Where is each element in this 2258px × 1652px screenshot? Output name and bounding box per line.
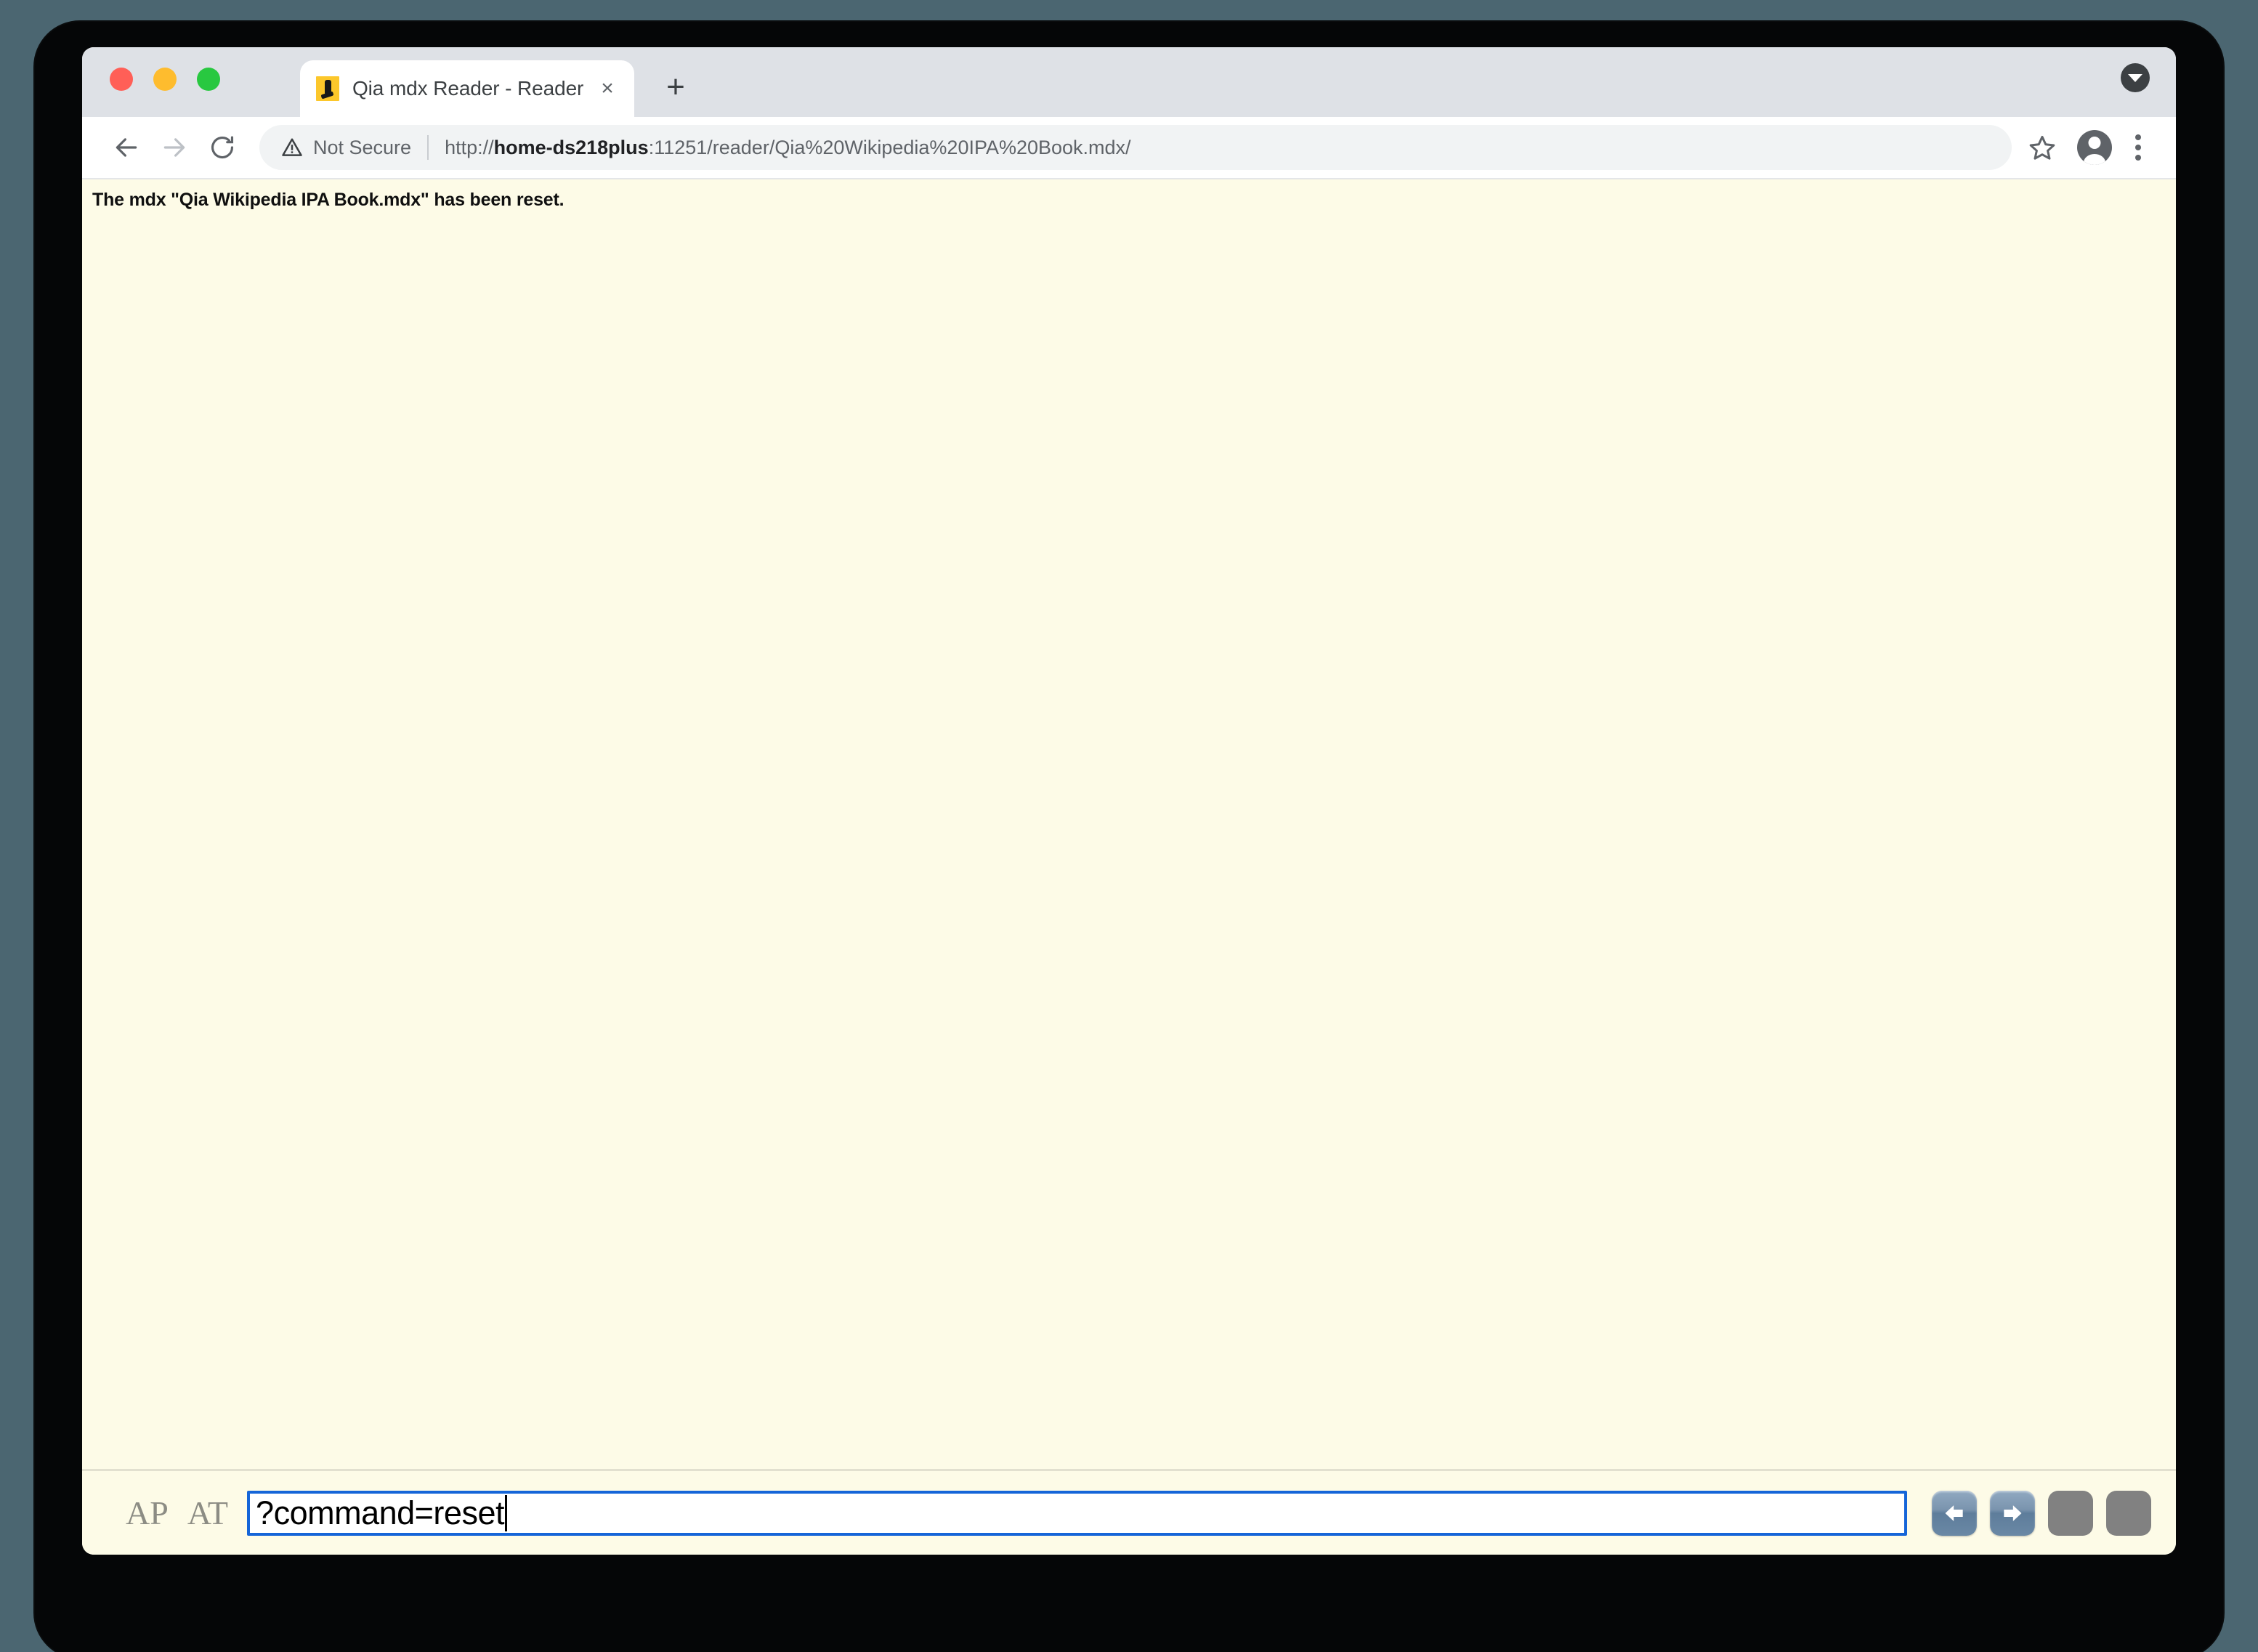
minimize-window-button[interactable]	[153, 68, 177, 91]
url-host: home-ds218plus	[493, 136, 649, 158]
omnibox-divider	[427, 135, 429, 160]
menu-dot	[2135, 145, 2141, 150]
new-tab-button[interactable]: +	[656, 68, 695, 107]
close-tab-icon[interactable]: ×	[592, 73, 623, 104]
omnibox[interactable]: Not Secure http://home-ds218plus:11251/r…	[259, 125, 2012, 170]
maximize-window-button[interactable]	[197, 68, 220, 91]
nav-forward-button[interactable]	[1990, 1490, 2035, 1536]
url-scheme: http://	[445, 136, 494, 158]
star-icon	[2029, 135, 2055, 160]
mode-label-at[interactable]: AT	[187, 1496, 228, 1530]
window-traffic-lights	[110, 68, 220, 91]
tab-strip: Qia mdx Reader - Reader × +	[82, 47, 2176, 117]
browser-window: Qia mdx Reader - Reader × + Not Secure h…	[82, 47, 2176, 1555]
tool-button-3	[2048, 1490, 2093, 1536]
mode-label-ap[interactable]: AP	[126, 1496, 169, 1530]
mdx-reader-favicon-icon	[316, 76, 339, 101]
warning-triangle-icon	[281, 137, 303, 158]
profile-avatar[interactable]	[2077, 130, 2112, 165]
tool-button-4	[2106, 1490, 2151, 1536]
text-caret	[504, 1494, 507, 1531]
menu-dot	[2135, 134, 2141, 140]
security-status-label: Not Secure	[313, 136, 412, 158]
url-path: :11251/reader/Qia%20Wikipedia%20IPA%20Bo…	[648, 136, 1131, 158]
browser-back-button[interactable]	[102, 124, 150, 171]
menu-dot	[2135, 155, 2141, 161]
reader-command-bar: AP AT ?command=reset	[82, 1469, 2176, 1555]
command-input-value: ?command=reset	[256, 1494, 504, 1531]
warning-triangle-glyph	[282, 138, 302, 156]
arrow-left-icon	[116, 138, 137, 157]
arrow-right-icon	[2004, 1505, 2022, 1521]
arrow-right-icon	[163, 138, 185, 157]
reload-icon	[211, 136, 234, 159]
tab-title: Qia mdx Reader - Reader	[352, 77, 584, 100]
browser-tab[interactable]: Qia mdx Reader - Reader ×	[300, 60, 634, 117]
close-window-button[interactable]	[110, 68, 133, 91]
chevron-down-circle-icon[interactable]	[2121, 63, 2150, 92]
command-input[interactable]: ?command=reset	[247, 1490, 1907, 1536]
bookmark-star-icon[interactable]	[2022, 127, 2063, 168]
url-text: http://home-ds218plus:11251/reader/Qia%2…	[445, 137, 1130, 159]
reset-status-message: The mdx "Qia Wikipedia IPA Book.mdx" has…	[92, 190, 564, 210]
browser-forward-button[interactable]	[150, 124, 198, 171]
chevron-down-glyph	[2128, 73, 2142, 82]
nav-back-button[interactable]	[1932, 1490, 1977, 1536]
arrow-left-icon	[1945, 1505, 1963, 1521]
page-content-area: The mdx "Qia Wikipedia IPA Book.mdx" has…	[82, 179, 2176, 1469]
three-dot-menu-icon[interactable]	[2119, 127, 2157, 168]
browser-reload-button[interactable]	[198, 124, 246, 171]
desktop-background: Qia mdx Reader - Reader × + Not Secure h…	[0, 0, 2258, 1652]
browser-toolbar: Not Secure http://home-ds218plus:11251/r…	[82, 117, 2176, 179]
